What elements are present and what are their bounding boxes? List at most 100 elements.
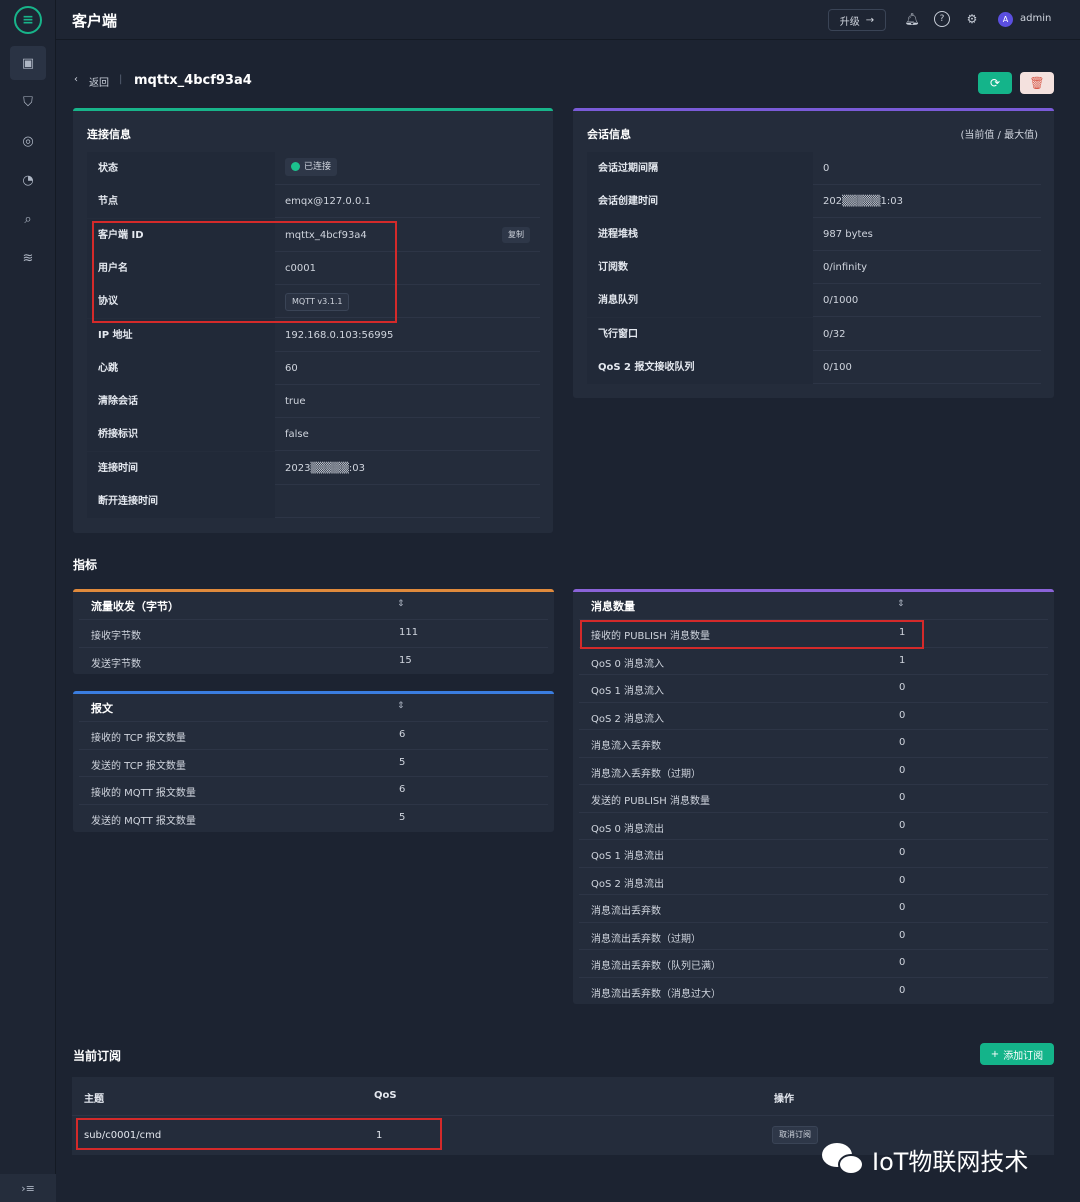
avatar[interactable]: A	[998, 12, 1013, 27]
help-icon[interactable]: ?	[934, 11, 950, 27]
subscription-qos: 1	[376, 1130, 383, 1141]
session-row: 进程堆栈 987 bytes	[587, 218, 1041, 252]
breadcrumb-divider: |	[119, 74, 123, 85]
arrow-right-icon: →	[865, 14, 875, 26]
metric-label: 消息流入丢弃数	[591, 741, 661, 752]
gear-icon[interactable]: ⚙	[964, 11, 980, 27]
info-row: 节点 emqx@127.0.0.1	[87, 185, 540, 219]
metric-label: 发送的 TCP 报文数量	[91, 760, 186, 772]
session-row: 订阅数 0/infinity	[587, 251, 1041, 285]
metric-value: 0	[899, 984, 906, 996]
username-label[interactable]: admin	[1020, 13, 1051, 24]
session-value: 0/32	[823, 328, 846, 340]
emqx-logo-icon[interactable]: ≡	[14, 6, 42, 34]
column-header-qos: QoS	[374, 1090, 397, 1101]
monitor-icon[interactable]: ▣	[10, 46, 46, 80]
diagnose-icon[interactable]: ⌕	[10, 202, 46, 236]
info-row: 状态 已连接	[87, 152, 540, 185]
session-key: 飞行窗口	[587, 317, 813, 351]
info-row: 客户端 ID mqttx_4bcf93a4 复制	[87, 218, 540, 252]
info-row: IP 地址 192.168.0.103:56995	[87, 318, 540, 352]
layers-icon[interactable]: ≋	[10, 241, 46, 275]
metric-value: 6	[399, 784, 406, 795]
sort-icon[interactable]: ⇕	[897, 599, 905, 609]
metric-label: 消息流出丢弃数（消息过大）	[591, 988, 721, 1000]
connection-info-title: 连接信息	[87, 128, 131, 141]
packets-card: 报文 ⇕ 接收的 TCP 报文数量 6 发送的 TCP 报文数量 5 接收的 MQTT …	[73, 691, 554, 832]
session-value: 0	[823, 163, 830, 174]
bell-icon[interactable]: 🔔︎	[904, 11, 920, 27]
metric-label: 发送的 MQTT 报文数量	[91, 815, 196, 827]
metric-row: 消息流入丢弃数（过期） 0	[579, 756, 1048, 784]
copy-button[interactable]: 复制	[502, 226, 530, 243]
chevron-left-icon[interactable]: ‹	[74, 74, 78, 85]
metric-row: 接收的 TCP 报文数量 6	[79, 721, 548, 748]
info-value: mqttx_4bcf93a4 复制	[275, 219, 540, 251]
info-value-text: true	[285, 396, 306, 408]
session-value: 0/infinity	[823, 262, 868, 274]
metric-value: 0	[899, 709, 906, 721]
metric-label: 消息流出丢弃数	[591, 906, 661, 917]
metric-row: QoS 1 消息流出 0	[579, 839, 1048, 866]
traffic-card: 流量收发（字节） ⇕ 接收字节数 111 发送字节数 15	[73, 589, 554, 674]
metric-value: 111	[399, 627, 419, 638]
session-info-title: 会话信息	[587, 128, 631, 141]
packets-title: 报文	[91, 702, 113, 715]
messages-card: 消息数量 ⇕ 接收的 PUBLISH 消息数量 1 QoS 0 消息流入 1 QoS 1…	[573, 589, 1054, 1004]
info-value: false	[275, 418, 540, 450]
metric-row: 消息流出丢弃数（过期） 0	[579, 921, 1048, 949]
session-key: 订阅数	[587, 251, 813, 285]
sort-icon[interactable]: ⇕	[397, 599, 405, 609]
info-key: IP 地址	[87, 318, 275, 352]
info-value: 192.168.0.103:56995	[275, 319, 540, 351]
management-icon[interactable]: ◔	[10, 163, 46, 197]
collapse-nav-icon[interactable]: ›≡	[0, 1174, 56, 1202]
metric-value: 1	[899, 627, 906, 638]
session-row: 消息队列 0/1000	[587, 284, 1041, 318]
metric-row: 消息流出丢弃数（消息过大） 0	[579, 976, 1048, 1004]
session-row: 会话过期间隔 0	[587, 152, 1041, 185]
metric-value: 1	[899, 654, 906, 666]
metric-row: QoS 2 消息流入 0	[579, 701, 1048, 729]
integration-icon[interactable]: ◎	[10, 124, 46, 158]
metric-value: 0	[899, 874, 906, 886]
shield-icon[interactable]: ⛉	[10, 85, 46, 119]
add-subscription-button[interactable]: + 添加订阅	[980, 1043, 1054, 1065]
sort-icon[interactable]: ⇕	[397, 701, 405, 711]
sidebar-nav: ≡ ▣ ⛉ ◎ ◔ ⌕ ≋ ›≡	[0, 0, 56, 1202]
page-title: 客户端	[72, 12, 118, 30]
info-row: 连接时间 2023▒▒▒▒▒:03	[87, 451, 540, 485]
metric-label: 发送字节数	[91, 658, 141, 670]
card-accent-line	[573, 108, 1054, 111]
metric-value: 5	[399, 811, 406, 823]
metric-label: QoS 2 消息流入	[591, 713, 665, 725]
card-accent-line	[73, 589, 554, 592]
metric-label: 接收的 TCP 报文数量	[91, 733, 186, 744]
session-value: 0/100	[823, 361, 852, 373]
metric-value: 6	[399, 729, 406, 740]
top-bar: 客户端 升级 → 🔔︎ ? ⚙ A admin	[56, 0, 1080, 40]
back-link[interactable]: 返回	[89, 74, 109, 89]
info-row: 心跳 60	[87, 351, 540, 385]
info-value-text: 192.168.0.103:56995	[285, 329, 394, 341]
refresh-icon: ⟳	[989, 76, 1001, 90]
session-value: 0/1000	[823, 295, 859, 307]
upgrade-button[interactable]: 升级 →	[828, 9, 886, 31]
wechat-icon	[822, 1142, 864, 1177]
info-value: 60	[275, 352, 540, 384]
metric-label: 消息流入丢弃数（过期）	[591, 768, 701, 780]
session-key: 会话过期间隔	[587, 152, 813, 185]
unsubscribe-button[interactable]: 取消订阅	[772, 1126, 818, 1144]
refresh-button[interactable]: ⟳	[978, 72, 1012, 94]
metric-value: 0	[899, 819, 906, 831]
metric-label: 接收字节数	[91, 631, 141, 642]
session-value: 202▒▒▒▒▒1:03	[823, 196, 903, 208]
watermark-text: IoT物联网技术	[872, 1148, 1029, 1176]
metric-label: 消息流出丢弃数（队列已满）	[591, 961, 721, 972]
info-value: 2023▒▒▒▒▒:03	[275, 452, 540, 484]
status-badge: 已连接	[285, 157, 338, 176]
delete-button[interactable]: 🗑︎	[1020, 72, 1054, 94]
add-subscription-label: 添加订阅	[1003, 1050, 1044, 1062]
info-value-text: false	[285, 429, 309, 441]
metric-row: 发送的 TCP 报文数量 5	[79, 748, 548, 776]
